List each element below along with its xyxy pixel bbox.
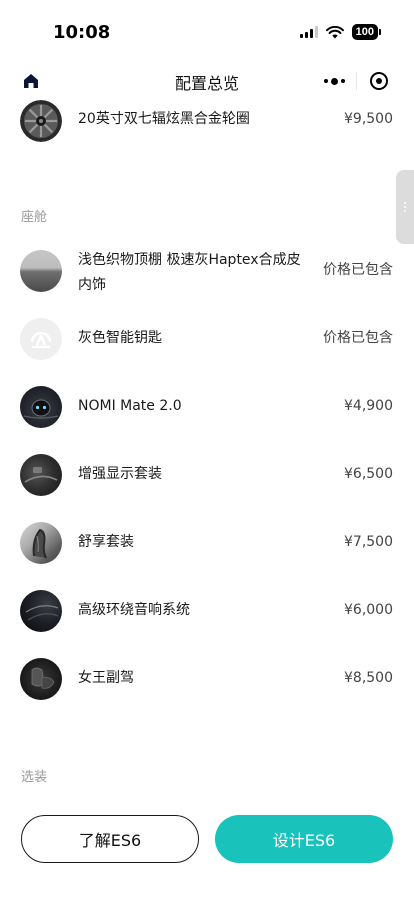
list-item[interactable]: 20英寸双七辐炫黑合金轮圈 ¥9,500 bbox=[0, 98, 414, 158]
nav-bar: 配置总览 bbox=[0, 64, 414, 98]
status-icons: 100 bbox=[299, 24, 382, 40]
list-item[interactable]: 女王副驾 ¥8,500 bbox=[0, 648, 414, 708]
queen-seat-thumbnail bbox=[20, 658, 62, 700]
item-name: 舒享套装 bbox=[78, 534, 134, 550]
item-name: NOMI Mate 2.0 bbox=[78, 398, 182, 414]
nomi-thumbnail bbox=[20, 386, 62, 428]
item-name: 浅色织物顶棚 极速灰Haptex合成皮内饰 bbox=[78, 252, 301, 293]
item-price: ¥8,500 bbox=[344, 670, 393, 686]
section-title-cabin: 座舱 bbox=[21, 210, 48, 225]
wifi-icon bbox=[325, 25, 344, 38]
close-icon[interactable] bbox=[357, 65, 400, 97]
section-title-options: 选装 bbox=[21, 770, 48, 785]
item-name: 女王副驾 bbox=[78, 670, 134, 686]
nio-logo-icon bbox=[30, 331, 52, 349]
wheel-thumbnail bbox=[20, 100, 62, 142]
item-name: 20英寸双七辐炫黑合金轮圈 bbox=[78, 111, 250, 127]
design-es6-button[interactable]: 设计ES6 bbox=[215, 815, 393, 863]
item-price: 价格已包含 bbox=[323, 262, 393, 278]
list-item[interactable]: 灰色智能钥匙 价格已包含 bbox=[0, 308, 414, 368]
headliner-thumbnail bbox=[20, 250, 62, 292]
smart-key-thumbnail bbox=[20, 318, 62, 360]
item-price: ¥6,500 bbox=[344, 466, 393, 482]
item-price: ¥4,900 bbox=[344, 398, 393, 414]
mini-program-capsule bbox=[312, 65, 400, 97]
display-pack-thumbnail bbox=[20, 454, 62, 496]
list-item[interactable]: 浅色织物顶棚 极速灰Haptex合成皮内饰 价格已包含 bbox=[0, 240, 414, 300]
item-price: ¥6,000 bbox=[344, 602, 393, 618]
list-item[interactable]: 增强显示套装 ¥6,500 bbox=[0, 444, 414, 504]
audio-system-thumbnail bbox=[20, 590, 62, 632]
list-item[interactable]: NOMI Mate 2.0 ¥4,900 bbox=[0, 376, 414, 436]
item-price: ¥9,500 bbox=[344, 111, 393, 127]
drag-handle-icon[interactable] bbox=[396, 170, 414, 244]
item-price: 价格已包含 bbox=[323, 330, 393, 346]
status-time: 10:08 bbox=[53, 22, 111, 43]
learn-es6-button[interactable]: 了解ES6 bbox=[21, 815, 199, 863]
item-price: ¥7,500 bbox=[344, 534, 393, 550]
list-item[interactable]: 舒享套装 ¥7,500 bbox=[0, 512, 414, 572]
item-name: 增强显示套装 bbox=[78, 466, 162, 482]
item-name: 灰色智能钥匙 bbox=[78, 330, 162, 346]
list-item[interactable]: 高级环绕音响系统 ¥6,000 bbox=[0, 580, 414, 640]
comfort-pack-thumbnail bbox=[20, 522, 62, 564]
item-name: 高级环绕音响系统 bbox=[78, 602, 190, 618]
more-icon[interactable] bbox=[312, 65, 356, 97]
battery-indicator: 100 bbox=[351, 24, 382, 40]
status-bar: 10:08 100 bbox=[0, 0, 414, 64]
signal-icon bbox=[299, 26, 318, 38]
